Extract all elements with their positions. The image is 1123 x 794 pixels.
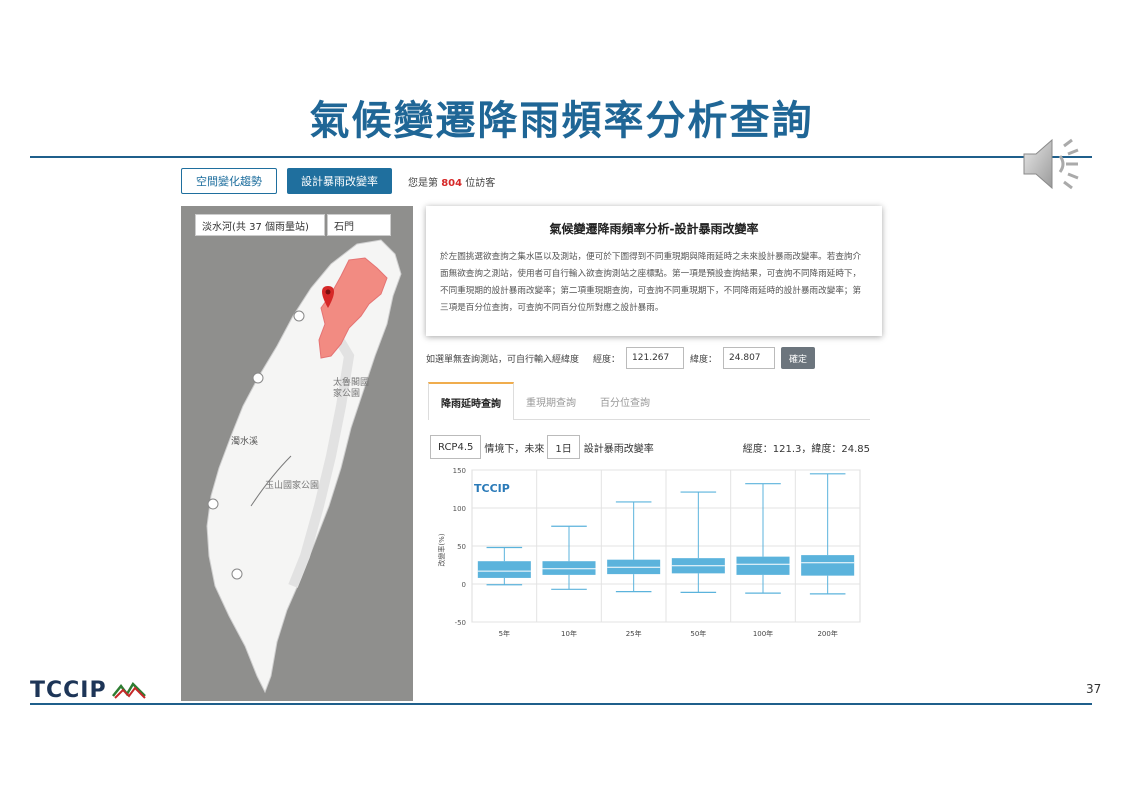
footer-logo: TCCIP [30,678,147,703]
longitude-input[interactable]: 121.267 [626,347,685,369]
box-body [542,561,596,575]
map-label-yushan: 玉山國家公園 [265,481,320,491]
scenario-text-1: 情境下，未來 [484,443,545,455]
coord-entry-row: 如選單無查詢測站，可自行輸入經緯度 經度： 121.267 緯度： 24.807… [426,347,816,369]
confirm-button[interactable]: 確定 [781,347,816,369]
page-number: 37 [1086,682,1102,696]
visitor-count: 804 [441,177,463,189]
tab-return-period[interactable]: 重現期查詢 [514,382,588,420]
footer-divider [30,703,1092,705]
x-tick-label: 25年 [626,629,642,638]
info-card-body: 於左圖挑選欲查詢之集水區以及測站，便可於下圖得到不同重現期與降雨延時之未來設計暴… [440,252,862,313]
x-tick-label: 5年 [499,629,510,638]
y-tick-label: 100 [453,505,466,513]
scenario-row: RCP4.5 情境下，未來 1日 設計暴雨改變率 經度：121.3，緯度：24.… [430,435,870,459]
station-select[interactable]: 石門 [327,214,391,236]
duration-select[interactable]: 1日 [547,435,580,459]
map-label-zhuoshui: 濁水溪 [231,437,259,447]
top-nav: 空間變化趨勢 設計暴雨改變率 您是第 804 位訪客 [181,168,495,194]
box-body [736,556,790,575]
x-tick-label: 10年 [561,629,577,638]
lat-label: 緯度： [690,354,718,365]
visitor-prefix: 您是第 [408,177,438,189]
x-tick-label: 50年 [690,629,706,638]
watershed-select[interactable]: 淡水河(共 37 個雨量站) [195,214,325,236]
ncdr-logo-icon [111,681,146,699]
spatial-trend-button[interactable]: 空間變化趨勢 [181,168,277,194]
y-axis-label: 改變率(%) [437,533,446,566]
taiwan-island [206,239,402,694]
chart-grid [471,469,861,623]
rcp-select[interactable]: RCP4.5 [430,435,482,459]
page-title: 氣候變遷降雨頻率分析查詢 [309,98,814,144]
x-tick-label: 200年 [817,629,837,638]
tab-duration[interactable]: 降雨延時查詢 [428,382,514,420]
y-tick-label: -50 [455,619,466,627]
coord-readout: 經度：121.3，緯度：24.85 [742,443,870,455]
info-card: 氣候變遷降雨頻率分析-設計暴雨改變率 於左圖挑選欲查詢之集水區以及測站，便可於下… [426,206,882,336]
speaker-icon[interactable] [1020,134,1086,194]
query-tabs: 降雨延時查詢 重現期查詢 百分位查詢 [428,382,870,420]
map-label-taroko: 太魯閣國家公園 [333,378,370,399]
info-card-title: 氣候變遷降雨頻率分析-設計暴雨改變率 [549,222,759,236]
y-tick-label: 0 [462,581,466,589]
y-tick-label: 50 [457,543,466,551]
visitor-suffix: 位訪客 [465,177,496,189]
map-canvas [206,239,402,694]
visitor-counter: 您是第 804 位訪客 [408,174,495,189]
latitude-input[interactable]: 24.807 [723,347,776,369]
box-body [801,555,855,576]
taiwan-map[interactable]: 淡水河(共 37 個雨量站) 石門 太魯閣國家公園 濁水溪 玉山國家公園 [181,206,413,701]
footer-logo-text: TCCIP [30,678,107,703]
chart-watermark: TCCIP [474,482,510,495]
design-storm-button[interactable]: 設計暴雨改變率 [287,168,392,194]
y-axis-ticks: -50 0 50 100 150 [453,467,466,627]
box-body [477,561,531,578]
title-divider [30,156,1092,158]
x-axis-ticks: 5年 10年 25年 50年 100年 200年 [499,629,838,638]
lon-label: 經度： [593,354,621,365]
coord-prompt: 如選單無查詢測站，可自行輸入經緯度 [426,354,580,365]
x-tick-label: 100年 [753,629,773,638]
tab-percentile[interactable]: 百分位查詢 [588,382,662,420]
y-tick-label: 150 [453,467,466,475]
box-plot-chart: TCCIP 改變率(%) -50 0 50 100 150 5年 10年 25年 50年 100… [437,467,861,638]
scenario-text-2: 設計暴雨改變率 [583,443,654,455]
